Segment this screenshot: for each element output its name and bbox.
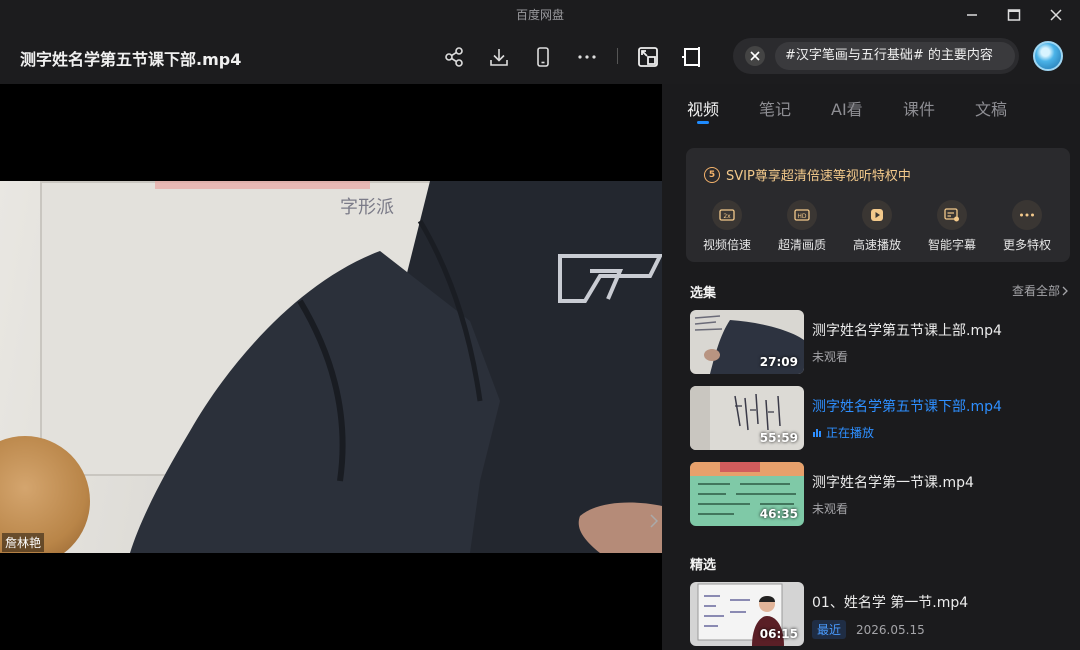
close-icon	[750, 51, 760, 61]
collapse-panel-button[interactable]	[677, 42, 707, 72]
title-bar: 百度网盘	[0, 0, 1080, 30]
episode-title[interactable]: 测字姓名学第五节课下部.mp4	[812, 396, 1002, 416]
svip-perks-card: 5 SVIP尊享超清倍速等视听特权中 2x 视频倍速 HD 超清画质 高速播放	[686, 148, 1070, 262]
perk-hd-quality[interactable]: HD 超清画质	[767, 200, 837, 253]
perk-more-privileges[interactable]: 更多特权	[992, 200, 1062, 253]
video-player[interactable]: 字形派 詹林艳	[0, 84, 662, 650]
phone-icon	[537, 47, 549, 67]
download-button[interactable]	[484, 42, 514, 72]
episode-item-playing[interactable]: 55:59 测字姓名学第五节课下部.mp4 正在播放	[690, 386, 1070, 450]
episode-title[interactable]: 测字姓名学第五节课上部.mp4	[812, 320, 1002, 340]
clear-query-button[interactable]	[745, 46, 765, 66]
featured-title[interactable]: 01、姓名学 第一节.mp4	[812, 592, 968, 612]
episode-status: 正在播放	[812, 424, 874, 441]
svip-level-badge: 5	[704, 166, 720, 183]
more-button[interactable]	[572, 42, 602, 72]
minimize-button[interactable]	[952, 0, 992, 30]
minimize-icon	[967, 14, 977, 16]
perk-smart-subtitle[interactable]: 智能字幕	[917, 200, 987, 253]
hd-icon: HD	[787, 200, 817, 230]
close-window-button[interactable]	[1036, 0, 1076, 30]
toolbar-divider	[617, 48, 618, 64]
phone-button[interactable]	[528, 42, 558, 72]
chevron-right-icon	[650, 514, 658, 528]
featured-date: 2026.05.15	[856, 622, 925, 637]
featured-meta: 最近 2026.05.15	[812, 620, 925, 639]
tab-ai-watch[interactable]: AI看	[831, 96, 863, 120]
watermark-name: 詹林艳	[2, 533, 45, 552]
tab-courseware[interactable]: 课件	[903, 96, 935, 120]
episode-thumbnail[interactable]: 27:09	[690, 310, 804, 374]
ai-query-text[interactable]: #汉字笔画与五行基础# 的主要内容	[775, 42, 1015, 70]
perk-fast-play[interactable]: 高速播放	[842, 200, 912, 253]
panel-tabs: 视频 笔记 AI看 课件 文稿	[662, 84, 1080, 134]
tab-video[interactable]: 视频	[687, 96, 719, 120]
share-button[interactable]	[439, 42, 469, 72]
picture-in-picture-button[interactable]	[633, 42, 663, 72]
maximize-icon	[1007, 9, 1021, 21]
download-icon	[490, 49, 508, 66]
maximize-button[interactable]	[994, 0, 1034, 30]
episode-title[interactable]: 测字姓名学第一节课.mp4	[812, 472, 974, 492]
featured-item[interactable]: 06:15 01、姓名学 第一节.mp4 最近 2026.05.15	[690, 582, 1070, 646]
speed-icon: 2x	[712, 200, 742, 230]
video-frame[interactable]: 字形派 詹林艳	[0, 181, 662, 553]
subtitle-icon	[937, 200, 967, 230]
tab-transcript[interactable]: 文稿	[975, 96, 1007, 120]
active-tab-indicator	[697, 121, 709, 124]
svip-headline-text: SVIP尊享超清倍速等视听特权中	[726, 169, 911, 184]
chevron-right-icon	[1062, 286, 1068, 295]
file-title: 测字姓名学第五节课下部.mp4	[20, 50, 242, 69]
featured-section-title: 精选	[690, 558, 717, 573]
share-icon	[445, 47, 463, 67]
person-jacket-scene	[130, 181, 662, 553]
episode-thumbnail[interactable]: 46:35	[690, 462, 804, 526]
episode-status: 未观看	[812, 350, 849, 364]
close-icon	[1050, 9, 1062, 21]
panel-toggle-icon	[682, 47, 700, 67]
episode-status: 未观看	[812, 502, 849, 516]
featured-thumbnail[interactable]: 06:15	[690, 582, 804, 646]
tab-notes[interactable]: 笔记	[759, 96, 791, 120]
view-all-link[interactable]: 查看全部	[1012, 282, 1068, 299]
player-header: 测字姓名学第五节课下部.mp4 #汉字笔画与五行基础# 的主要内容	[0, 30, 1080, 84]
expand-arrow-button[interactable]	[646, 511, 662, 531]
pip-icon	[638, 47, 658, 67]
fast-play-icon	[862, 200, 892, 230]
side-panel: 视频 笔记 AI看 课件 文稿 5 SVIP尊享超清倍速等视听特权中 2x 视频…	[662, 84, 1080, 650]
episode-item[interactable]: 27:09 测字姓名学第五节课上部.mp4 未观看	[690, 310, 1070, 374]
more-icon	[1012, 200, 1042, 230]
episode-item[interactable]: 46:35 测字姓名学第一节课.mp4 未观看	[690, 462, 1070, 526]
user-avatar[interactable]	[1033, 41, 1063, 71]
equalizer-icon	[813, 428, 821, 437]
svip-headline: 5 SVIP尊享超清倍速等视听特权中	[704, 165, 911, 184]
episodes-section-title: 选集	[690, 286, 717, 301]
app-title: 百度网盘	[515, 8, 564, 22]
episode-thumbnail[interactable]: 55:59	[690, 386, 804, 450]
svg-text:HD: HD	[797, 213, 807, 220]
ai-query-pill[interactable]: #汉字笔画与五行基础# 的主要内容	[733, 38, 1019, 74]
recent-badge: 最近	[812, 620, 847, 639]
perk-video-speed[interactable]: 2x 视频倍速	[692, 200, 762, 253]
svg-text:2x: 2x	[723, 213, 731, 220]
more-dots-icon	[578, 55, 596, 59]
